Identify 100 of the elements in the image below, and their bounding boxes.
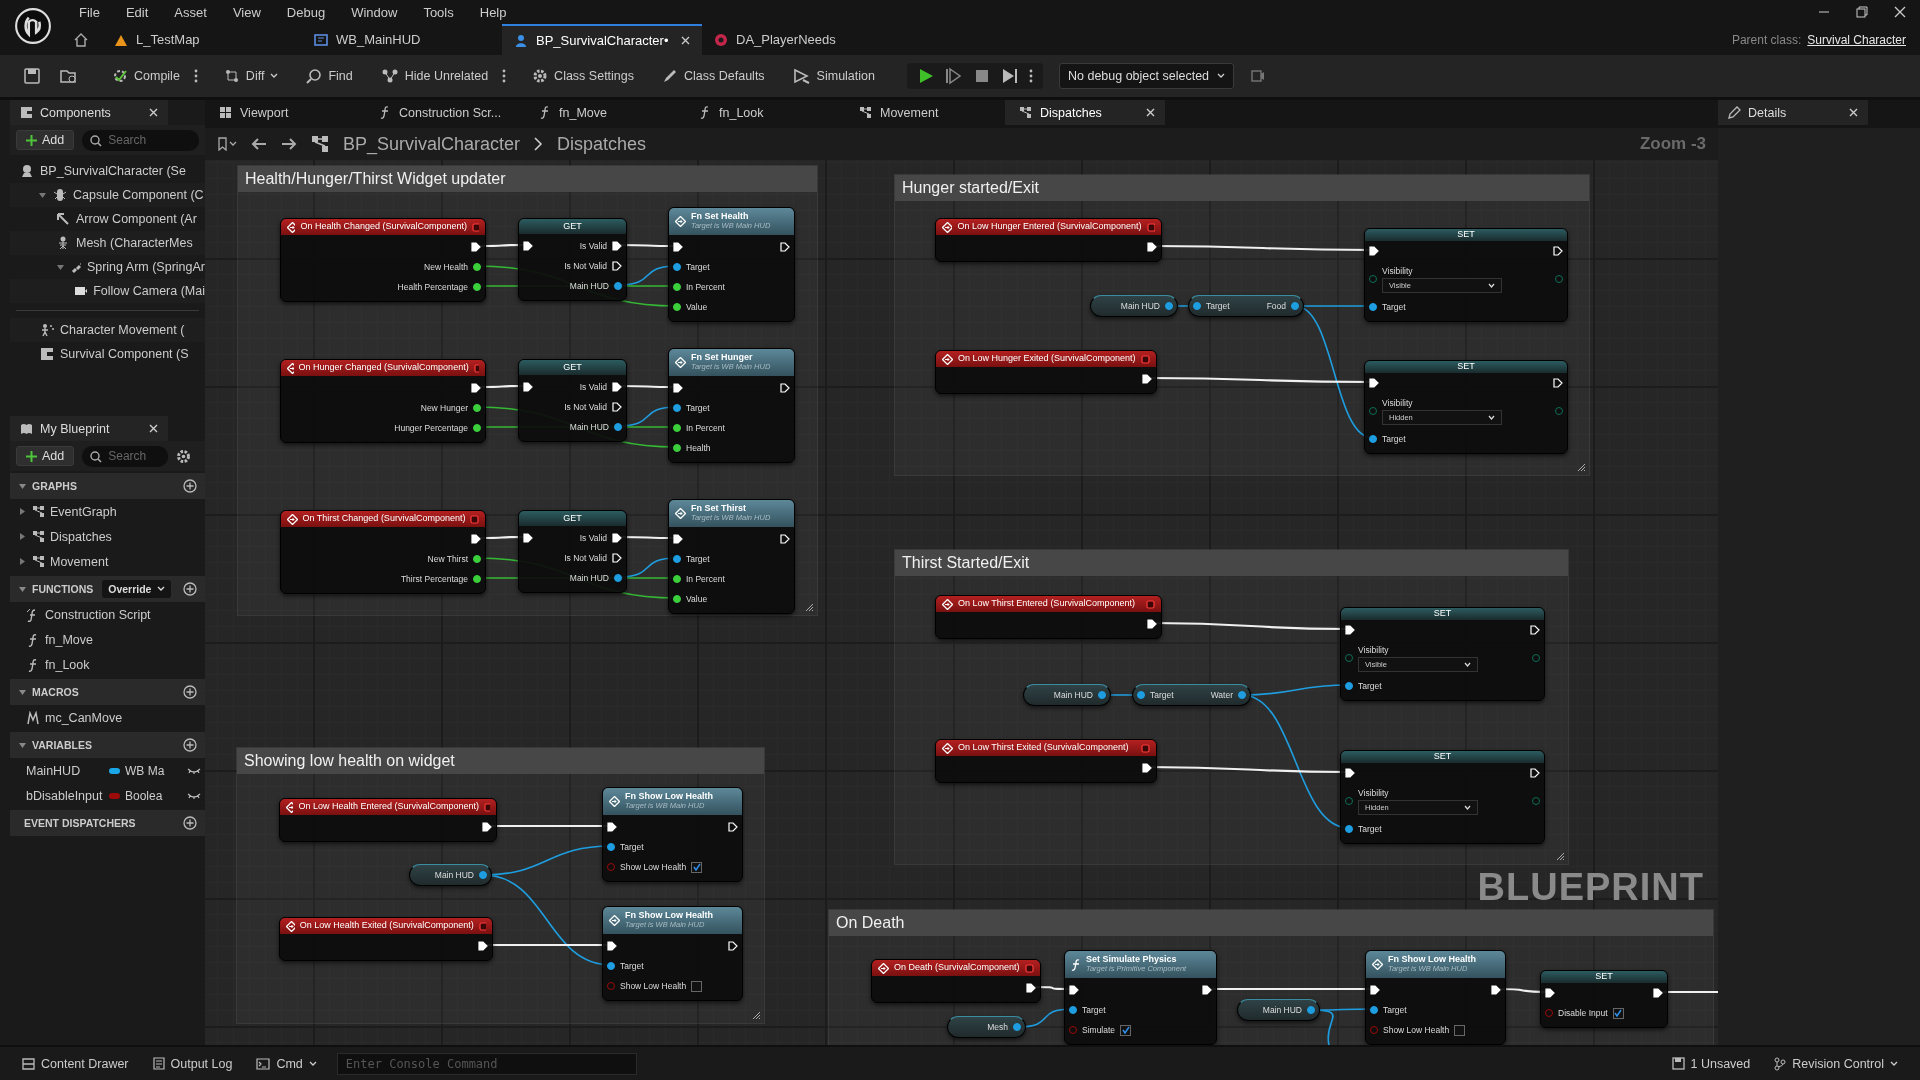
close-icon[interactable] <box>681 36 690 45</box>
toolbar-button[interactable]: Find <box>298 64 361 88</box>
panel-tab[interactable]: Details <box>1718 100 1868 125</box>
bookmark-icon[interactable] <box>217 137 237 151</box>
search-field[interactable]: Search <box>82 129 199 151</box>
exec-pin-icon[interactable] <box>482 822 492 832</box>
exec-pin-icon[interactable] <box>607 941 617 951</box>
restore-icon[interactable] <box>1856 6 1868 18</box>
debug-object-dropdown[interactable]: No debug object selected <box>1059 63 1235 89</box>
event-node[interactable]: On Low Thirst Exited (SurvivalComponent) <box>935 739 1157 783</box>
add-circle-icon[interactable] <box>183 685 197 699</box>
member-node[interactable]: Target Water <box>1132 684 1251 706</box>
event-node[interactable]: On Hunger Changed (SurvivalComponent) New Hunger Hunger Percentage <box>280 359 486 443</box>
editor-tab[interactable]: Dispatches <box>1005 100 1165 125</box>
save-icon[interactable] <box>24 68 40 84</box>
pin-icon[interactable] <box>607 843 615 851</box>
toolbar-button[interactable]: Compile <box>104 64 188 88</box>
add-circle-icon[interactable] <box>183 582 197 596</box>
content-drawer-button[interactable]: Content Drawer <box>12 1052 139 1075</box>
event-node[interactable]: On Health Changed (SurvivalComponent) New Health Health Percentage <box>280 218 486 302</box>
toolbar-button[interactable]: Class Settings <box>524 64 642 88</box>
pin-icon[interactable] <box>614 423 622 431</box>
event-node[interactable]: On Low Hunger Exited (SurvivalComponent) <box>935 350 1157 394</box>
checkbox[interactable] <box>691 980 703 992</box>
menu-item[interactable]: Help <box>466 4 520 20</box>
exec-pin-icon[interactable] <box>523 382 533 392</box>
pin-icon[interactable] <box>673 303 681 311</box>
back-icon[interactable] <box>251 137 267 151</box>
exec-pin-icon[interactable] <box>612 553 622 563</box>
exec-pin-icon[interactable] <box>673 242 683 252</box>
exec-pin-icon[interactable] <box>1370 985 1380 995</box>
delegate-pin-icon[interactable] <box>1025 963 1034 973</box>
document-tab[interactable]: DA_PlayerNeeds <box>702 24 902 55</box>
section-header[interactable]: VARIABLES <box>10 732 205 758</box>
pin-icon[interactable] <box>673 444 681 452</box>
exec-pin-icon[interactable] <box>471 383 481 393</box>
variable-node[interactable]: Main HUD <box>1090 295 1178 317</box>
pin-icon[interactable] <box>607 962 615 970</box>
toolbar-button[interactable]: Simulation <box>784 64 883 88</box>
blueprint-item[interactable]: mc_CanMove <box>10 705 205 730</box>
add-circle-icon[interactable] <box>183 479 197 493</box>
exec-pin-icon[interactable] <box>728 822 738 832</box>
pin-icon[interactable] <box>673 555 681 563</box>
menu-item[interactable]: View <box>219 4 274 20</box>
editor-tab[interactable]: fn_Move <box>525 100 685 125</box>
event-node[interactable]: On Death (SurvivalComponent) <box>871 959 1041 1003</box>
exec-pin-icon[interactable] <box>612 261 622 271</box>
exec-pin-icon[interactable] <box>1147 619 1157 629</box>
exec-pin-icon[interactable] <box>1653 988 1663 998</box>
settings-icon[interactable] <box>176 448 192 464</box>
exec-pin-icon[interactable] <box>1345 768 1355 778</box>
more-options-icon[interactable] <box>193 69 198 83</box>
add-circle-icon[interactable] <box>183 738 197 752</box>
toolbar-button[interactable]: Hide Unrelated <box>372 64 497 88</box>
pin-icon[interactable] <box>1369 435 1377 443</box>
delegate-pin-icon[interactable] <box>483 802 490 812</box>
exec-pin-icon[interactable] <box>1369 378 1379 388</box>
override-dropdown[interactable]: Override <box>102 580 172 598</box>
component-item[interactable]: Spring Arm (SpringAr <box>10 255 205 279</box>
exec-pin-icon[interactable] <box>471 534 481 544</box>
browse-icon[interactable] <box>60 68 78 84</box>
pin-icon[interactable] <box>1307 1006 1315 1014</box>
checkbox[interactable] <box>1612 1007 1624 1019</box>
resize-handle-icon[interactable] <box>752 1011 761 1020</box>
checkbox[interactable] <box>691 861 703 873</box>
checkbox[interactable] <box>1120 1024 1132 1036</box>
exec-pin-icon[interactable] <box>1202 985 1212 995</box>
variable-node[interactable]: Main HUD <box>1237 999 1320 1021</box>
delegate-pin-icon[interactable] <box>473 363 479 373</box>
more-options-icon[interactable] <box>1029 69 1033 83</box>
revision-control-button[interactable]: Revision Control <box>1764 1052 1908 1075</box>
exec-pin-icon[interactable] <box>1369 246 1379 256</box>
section-header[interactable]: EVENT DISPATCHERS <box>10 810 205 836</box>
blueprint-item[interactable]: fn_Move <box>10 627 205 652</box>
unsaved-button[interactable]: 1 Unsaved <box>1661 1052 1761 1075</box>
exec-pin-icon[interactable] <box>673 534 683 544</box>
exec-pin-icon[interactable] <box>612 402 622 412</box>
stop-icon[interactable] <box>973 67 991 85</box>
pin-icon[interactable] <box>1370 1006 1378 1014</box>
exec-pin-icon[interactable] <box>478 941 488 951</box>
exec-pin-icon[interactable] <box>780 383 790 393</box>
pin-icon[interactable] <box>479 871 487 879</box>
variable-node[interactable]: Mesh <box>947 1016 1026 1038</box>
close-icon[interactable] <box>1894 6 1906 18</box>
exec-pin-icon[interactable] <box>1545 988 1555 998</box>
delegate-pin-icon[interactable] <box>1141 743 1150 753</box>
delegate-pin-icon[interactable] <box>1146 599 1155 609</box>
pin-icon[interactable] <box>673 575 681 583</box>
document-tab[interactable]: L_TestMap <box>102 24 302 55</box>
resize-handle-icon[interactable] <box>1577 463 1586 472</box>
delegate-pin-icon[interactable] <box>1146 222 1155 232</box>
exec-pin-icon[interactable] <box>1345 625 1355 635</box>
delegate-pin-icon[interactable] <box>472 222 479 232</box>
editor-tab[interactable]: fn_Look <box>685 100 845 125</box>
pin-icon[interactable] <box>673 595 681 603</box>
pin-icon[interactable] <box>473 404 481 412</box>
component-item[interactable]: Arrow Component (Ar <box>10 207 205 231</box>
pin-icon[interactable] <box>1345 682 1353 690</box>
eye-icon[interactable] <box>187 766 201 775</box>
exec-pin-icon[interactable] <box>612 241 622 251</box>
